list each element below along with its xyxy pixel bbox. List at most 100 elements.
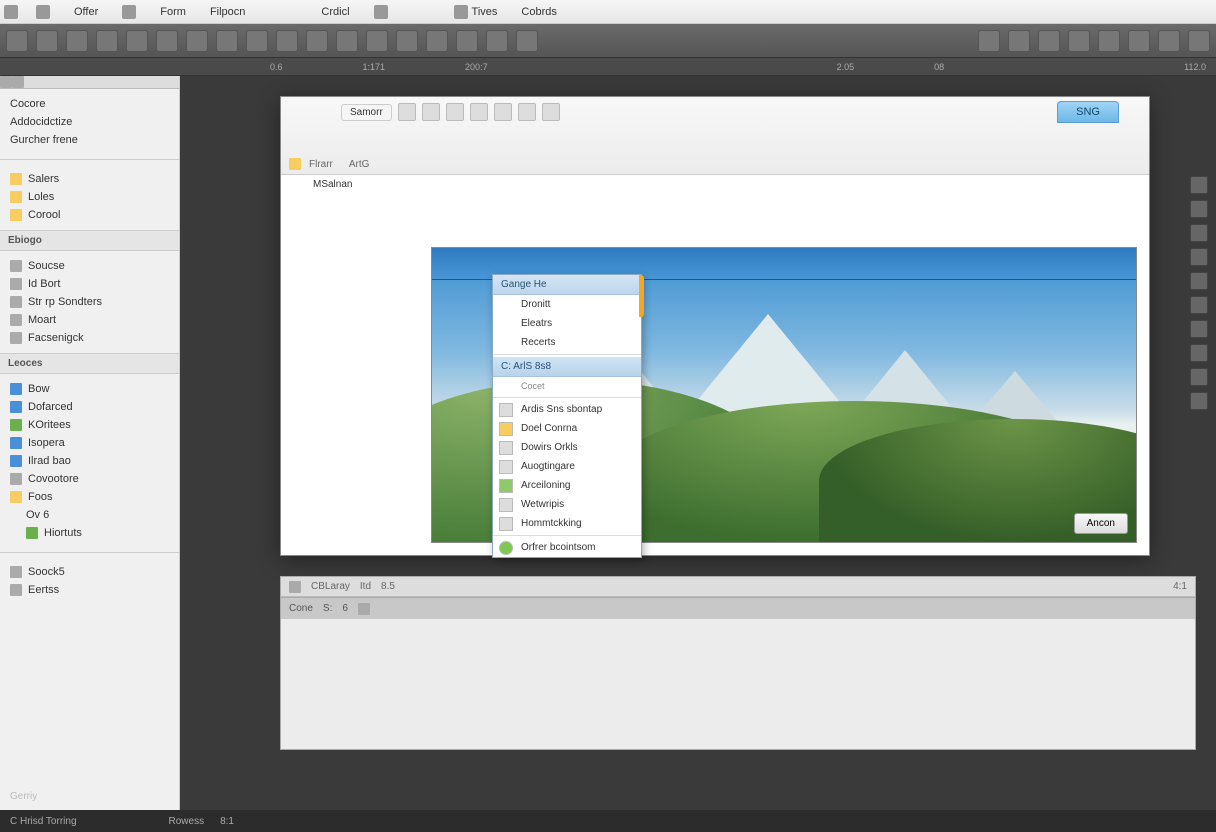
tool-button[interactable]: [1038, 30, 1060, 52]
tool-button[interactable]: [1128, 30, 1150, 52]
tool-button[interactable]: [6, 30, 28, 52]
context-menu-item[interactable]: Doel Conrna: [493, 419, 641, 438]
tree-item[interactable]: KOritees: [0, 416, 179, 434]
tab-icon[interactable]: [289, 581, 301, 593]
context-menu-item[interactable]: Dowirs Orkls: [493, 438, 641, 457]
tool-button[interactable]: [336, 30, 358, 52]
tree-item[interactable]: Covootore: [0, 470, 179, 488]
panel-item[interactable]: Addocidctize: [0, 113, 179, 131]
context-menu-item[interactable]: Ardis Sns sbontap: [493, 400, 641, 419]
tool-button[interactable]: [1188, 30, 1210, 52]
tree-item[interactable]: Soucse: [0, 257, 179, 275]
tool-button[interactable]: [366, 30, 388, 52]
tree-item[interactable]: Id Bort: [0, 275, 179, 293]
tool-button[interactable]: [516, 30, 538, 52]
tree-item[interactable]: Moart: [0, 311, 179, 329]
tool-button[interactable]: [246, 30, 268, 52]
rtool-button[interactable]: [1190, 200, 1208, 218]
context-menu-item[interactable]: Orfrer bcointsom: [493, 538, 641, 557]
tool-button[interactable]: [396, 30, 418, 52]
bottom-tab[interactable]: Itd: [360, 581, 371, 592]
tool-button[interactable]: [1098, 30, 1120, 52]
doc-tool-icon[interactable]: [542, 103, 560, 121]
tool-button[interactable]: [126, 30, 148, 52]
document-tab-active[interactable]: SNG: [1057, 101, 1119, 123]
panel-item[interactable]: Loles: [0, 188, 179, 206]
rtool-button[interactable]: [1190, 248, 1208, 266]
tool-button[interactable]: [1068, 30, 1090, 52]
rtool-button[interactable]: [1190, 296, 1208, 314]
tool-button[interactable]: [426, 30, 448, 52]
tool-button[interactable]: [1008, 30, 1030, 52]
menu-item[interactable]: [116, 3, 142, 21]
menu-item[interactable]: Crdicl: [315, 4, 355, 20]
rtool-button[interactable]: [1190, 344, 1208, 362]
context-menu-item[interactable]: Auogtingare: [493, 457, 641, 476]
tab-icon[interactable]: [0, 76, 12, 88]
footer-icon[interactable]: [358, 603, 370, 615]
tool-button[interactable]: [486, 30, 508, 52]
rtool-button[interactable]: [1190, 224, 1208, 242]
tool-button[interactable]: [186, 30, 208, 52]
panel-item[interactable]: Soock5: [0, 563, 179, 581]
tool-button[interactable]: [456, 30, 478, 52]
doc-tool-icon[interactable]: [494, 103, 512, 121]
context-menu-item[interactable]: Wetwripis: [493, 495, 641, 514]
doc-tool-icon[interactable]: [470, 103, 488, 121]
context-menu-item[interactable]: Hommtckking: [493, 514, 641, 533]
panel-item[interactable]: Salers: [0, 170, 179, 188]
rtool-button[interactable]: [1190, 368, 1208, 386]
tree-subitem[interactable]: Ov 6: [0, 506, 179, 524]
bottom-footer-item[interactable]: 6: [342, 603, 348, 614]
menu-item[interactable]: Form: [154, 4, 192, 20]
bottom-footer-item[interactable]: Cone: [289, 603, 313, 614]
section-header: Ebiogo: [0, 230, 179, 251]
panel-item[interactable]: Eertss: [0, 581, 179, 599]
tool-button[interactable]: [156, 30, 178, 52]
tool-button[interactable]: [36, 30, 58, 52]
tool-button[interactable]: [216, 30, 238, 52]
menu-item[interactable]: Offer: [68, 4, 104, 20]
tree-item[interactable]: Isopera: [0, 434, 179, 452]
doc-tool-icon[interactable]: [446, 103, 464, 121]
rtool-button[interactable]: [1190, 392, 1208, 410]
tree-item[interactable]: Bow: [0, 380, 179, 398]
artwork-action-button[interactable]: Ancon: [1074, 513, 1128, 534]
tool-button[interactable]: [96, 30, 118, 52]
doc-tool-icon[interactable]: [398, 103, 416, 121]
context-menu-item[interactable]: Arceiloning: [493, 476, 641, 495]
tree-item[interactable]: Foos: [0, 488, 179, 506]
tree-item[interactable]: Facsenigck: [0, 329, 179, 347]
tree-item[interactable]: Dofarced: [0, 398, 179, 416]
menu-item[interactable]: Cobrds: [515, 4, 562, 20]
context-menu-item[interactable]: Eleatrs: [493, 314, 641, 333]
menu-item[interactable]: Filpocn: [204, 4, 251, 20]
bottom-tab[interactable]: 8.5: [381, 581, 395, 592]
panel-item[interactable]: Corool: [0, 206, 179, 224]
doc-button[interactable]: Samorr: [341, 104, 392, 121]
tool-button[interactable]: [1158, 30, 1180, 52]
tab-icon[interactable]: [12, 76, 24, 88]
tree-item[interactable]: Ilrad bao: [0, 452, 179, 470]
tree-subitem[interactable]: Hiortuts: [0, 524, 179, 542]
rtool-button[interactable]: [1190, 176, 1208, 194]
rtool-button[interactable]: [1190, 320, 1208, 338]
menu-item[interactable]: [30, 3, 56, 21]
panel-item[interactable]: Gurcher frene: [0, 131, 179, 149]
tool-button[interactable]: [66, 30, 88, 52]
context-menu-item[interactable]: Dronitt: [493, 295, 641, 314]
menu-item[interactable]: [368, 3, 394, 21]
context-menu-item[interactable]: Recerts: [493, 333, 641, 352]
panel-item[interactable]: Cocore: [0, 95, 179, 113]
doc-tool-icon[interactable]: [518, 103, 536, 121]
tool-button[interactable]: [306, 30, 328, 52]
bottom-tab[interactable]: CBLaray: [311, 581, 350, 592]
doc-tool-icon[interactable]: [422, 103, 440, 121]
tool-button[interactable]: [276, 30, 298, 52]
tree-item[interactable]: Str rp Sondters: [0, 293, 179, 311]
menu-item-icon: [499, 460, 513, 474]
bottom-footer-item[interactable]: S:: [323, 603, 332, 614]
tool-button[interactable]: [978, 30, 1000, 52]
rtool-button[interactable]: [1190, 272, 1208, 290]
menu-item[interactable]: Tives: [448, 3, 504, 21]
